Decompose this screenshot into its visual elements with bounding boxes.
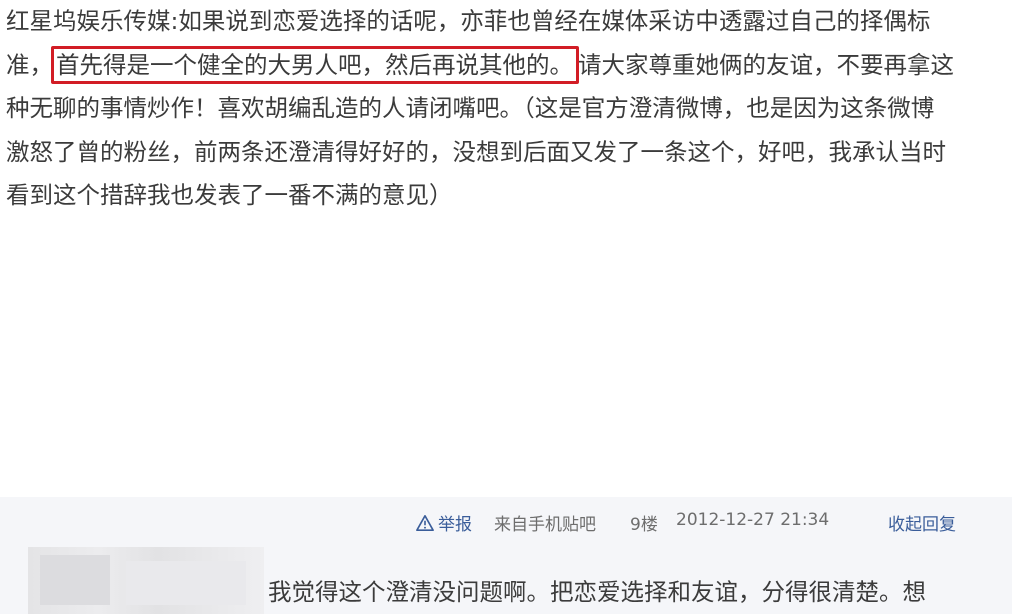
- post-line-2-start: 准，: [6, 50, 53, 79]
- post-content: 红星坞娱乐传媒:如果说到恋爱选择的话呢，亦菲也曾经在媒体采访中透露过自己的择偶标…: [0, 0, 1012, 500]
- reply-text: 我觉得这个澄清没问题啊。把恋爱选择和友谊，分得很清楚。想: [268, 578, 926, 606]
- post-line-2-end: 请大家尊重她俩的友谊，不要再拿这: [578, 50, 954, 79]
- collapse-replies-link[interactable]: 收起回复: [888, 510, 956, 535]
- post-line-1: 红星坞娱乐传媒:如果说到恋爱选择的话呢，亦菲也曾经在媒体采访中透露过自己的择偶标: [6, 7, 931, 35]
- highlighted-quote: 首先得是一个健全的大男人吧，然后再说其他的。: [51, 45, 579, 84]
- post-meta-bar: 举报 来自手机贴吧 9楼 2012-12-27 21:34 收起回复: [0, 497, 1012, 545]
- post-body: 红星坞娱乐传媒:如果说到恋爱选择的话呢，亦菲也曾经在媒体采访中透露过自己的择偶标…: [6, 0, 1006, 218]
- warning-icon: [416, 514, 434, 531]
- post-source: 来自手机贴吧: [494, 515, 596, 535]
- post-line-5: 看到这个措辞我也发表了一番不满的意见）: [6, 181, 453, 209]
- reply-item: 我觉得这个澄清没问题啊。把恋爱选择和友谊，分得很清楚。想: [0, 545, 1012, 614]
- avatar[interactable]: [28, 547, 264, 614]
- report-label: 举报: [438, 515, 472, 535]
- report-button[interactable]: 举报: [416, 510, 472, 535]
- post-line-2: 准， 首先得是一个健全的大男人吧，然后再说其他的。 请大家尊重她俩的友谊，不要再拿这: [6, 44, 1006, 88]
- post-line-4: 激怒了曾的粉丝，前两条还澄清得好好的，没想到后面又发了一条这个，好吧，我承认当时: [6, 137, 946, 166]
- floor-number: 9楼: [630, 515, 658, 535]
- post-line-3: 种无聊的事情炒作！喜欢胡编乱造的人请闭嘴吧。（这是官方澄清微博，也是因为这条微博: [6, 94, 935, 122]
- post-timestamp: 2012-12-27 21:34: [676, 510, 830, 530]
